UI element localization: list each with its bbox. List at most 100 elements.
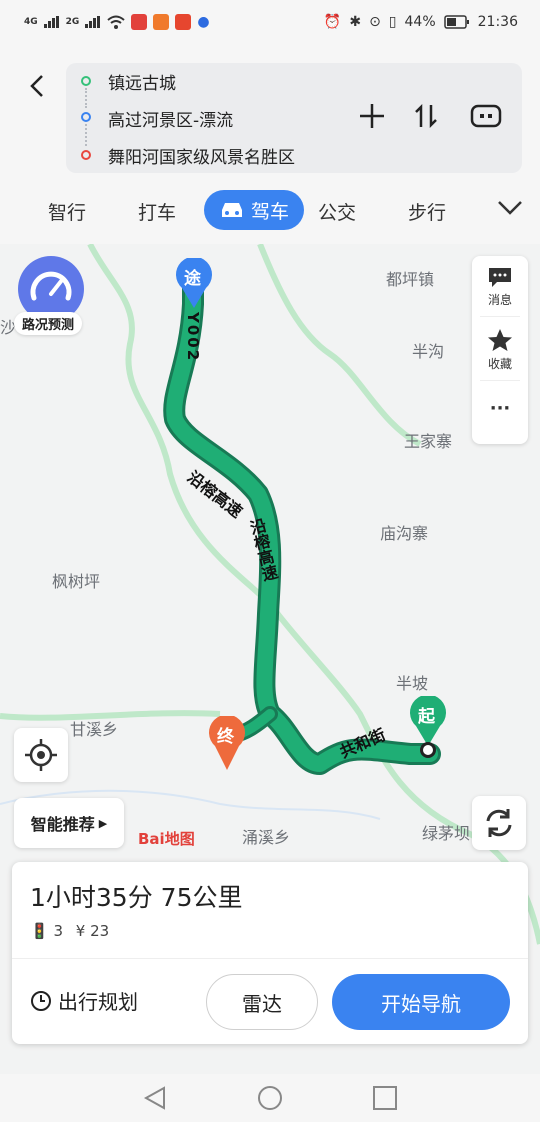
trip-plan-label: 出行规划: [58, 990, 138, 1014]
app-notification-icon-3: [175, 14, 192, 30]
end-marker-label: 终: [217, 727, 234, 747]
tab-taxi[interactable]: 打车: [138, 192, 176, 234]
battery-percent: 44%: [404, 14, 436, 30]
signal-icon-2: [85, 16, 101, 28]
system-nav-bar: [0, 1074, 540, 1122]
place-label: 涌溪乡: [242, 828, 291, 847]
logo-text: Bai地图: [138, 830, 195, 848]
divider: [480, 380, 520, 381]
place-label: 枫树坪: [52, 572, 101, 591]
signal-2-label: 2G: [65, 17, 80, 27]
traffic-light-count: 3: [53, 922, 64, 940]
signal-1-label: 4G: [24, 17, 38, 27]
route-header: 镇远古城 高过河景区-漂流 舞阳河国家级风景名胜区 智行 打车 驾车 公交 步行: [0, 48, 540, 244]
radar-button[interactable]: 雷达: [206, 974, 318, 1030]
start-navigation-button[interactable]: 开始导航: [332, 974, 510, 1030]
location-icon: ⊙: [369, 14, 381, 30]
battery-icon: [443, 15, 469, 29]
chevron-down-icon: [498, 201, 522, 215]
refresh-route-button[interactable]: [472, 796, 526, 850]
favorites-label: 收藏: [487, 357, 512, 371]
signal-icon: [43, 16, 59, 28]
place-label: 绿茅坝: [422, 824, 471, 843]
place-label: 半坡: [396, 674, 429, 693]
route-extras: 🚦 3 ¥ 23: [30, 922, 109, 940]
chevron-left-icon: [30, 75, 43, 97]
add-waypoint-button[interactable]: [352, 101, 392, 139]
trip-plan-button[interactable]: 出行规划: [30, 986, 138, 1015]
road-label-y002: Y002: [184, 312, 202, 363]
nav-recents-icon[interactable]: [370, 1084, 400, 1112]
place-label: 半沟: [412, 342, 445, 361]
waypoint-marker-label: 途: [184, 269, 201, 289]
traffic-predict-label[interactable]: 路况预测: [14, 312, 83, 335]
vibrate-icon: ▯: [388, 14, 397, 30]
caret-right-icon: ▶: [98, 816, 108, 830]
status-left: 4G 2G ●: [24, 14, 210, 30]
waypoint-dot-icon: [81, 112, 91, 122]
origin-field[interactable]: 镇远古城: [108, 69, 176, 94]
map-side-panel: 消息 收藏 ···: [472, 256, 528, 444]
smart-recommend-button[interactable]: 智能推荐 ▶: [14, 798, 124, 848]
baidu-map-logo: Bai地图: [138, 828, 195, 849]
car-plate-icon: [470, 104, 502, 128]
messages-label: 消息: [487, 293, 512, 307]
duration-distance: 1小时35分 75公里: [30, 883, 243, 912]
route-line: [163, 263, 441, 775]
route-line-inner: [166, 266, 438, 772]
toll-fee: ¥ 23: [75, 922, 110, 940]
more-tabs-button[interactable]: [496, 198, 524, 222]
place-label: 甘溪乡: [70, 720, 119, 739]
refresh-icon: [486, 809, 512, 837]
end-marker[interactable]: 终: [207, 714, 247, 776]
bluetooth-icon: ✱: [349, 14, 362, 30]
place-label: 王家寨: [404, 432, 453, 451]
route-summary-card: 1小时35分 75公里 🚦 3 ¥ 23 出行规划 雷达 开始导航: [12, 862, 528, 1044]
waypoint-field[interactable]: 高过河景区-漂流: [108, 106, 233, 131]
tab-walk[interactable]: 步行: [408, 192, 446, 234]
status-right: ⏰ ✱ ⊙ ▯ 44% 21:36: [324, 14, 518, 30]
route-input-box: 镇远古城 高过河景区-漂流 舞阳河国家级风景名胜区: [66, 63, 522, 173]
app-notification-icon-2: [153, 14, 170, 30]
place-label: 庙沟寨: [380, 524, 429, 543]
more-button[interactable]: ···: [472, 398, 528, 419]
back-button[interactable]: [24, 72, 52, 100]
start-marker-label: 起: [418, 707, 435, 727]
tab-smart[interactable]: 智行: [48, 192, 86, 234]
clock: 21:36: [477, 14, 518, 30]
smart-recommend-label: 智能推荐: [30, 815, 95, 834]
waypoint-marker[interactable]: 途: [174, 256, 214, 314]
tab-transit[interactable]: 公交: [318, 192, 356, 234]
nav-back-icon[interactable]: [140, 1084, 170, 1112]
destination-field[interactable]: 舞阳河国家级风景名胜区: [108, 143, 295, 168]
app-notification-icon: [131, 14, 148, 30]
start-point-dot: [420, 742, 436, 758]
place-label: 都坪镇: [386, 270, 435, 289]
plus-icon: [360, 104, 384, 128]
tab-drive[interactable]: 驾车: [204, 190, 304, 230]
divider: [480, 316, 520, 317]
connector-dots-2: [85, 124, 89, 146]
alarm-icon: ⏰: [323, 14, 342, 30]
connector-dots: [85, 88, 89, 108]
locate-button[interactable]: [14, 728, 68, 782]
baidu-paw-icon: ●: [197, 14, 210, 30]
divider: [12, 958, 528, 959]
swap-icon: [415, 103, 437, 129]
car-icon: [221, 203, 242, 217]
traffic-light-icon: 🚦: [30, 922, 49, 940]
star-icon: [488, 329, 512, 351]
status-bar: 4G 2G ● ⏰ ✱ ⊙ ▯ 44% 21:36: [0, 0, 540, 48]
messages-button[interactable]: 消息: [472, 266, 528, 308]
swap-route-button[interactable]: [406, 101, 446, 139]
clock-icon: [31, 990, 51, 1011]
message-icon: [489, 268, 511, 287]
tab-drive-label: 驾车: [250, 200, 289, 223]
destination-dot-icon: [81, 150, 91, 160]
origin-dot-icon: [81, 76, 91, 86]
wifi-icon: [107, 15, 125, 29]
favorites-button[interactable]: 收藏: [472, 328, 528, 372]
locate-icon: [25, 739, 57, 771]
nav-home-icon[interactable]: [255, 1084, 285, 1112]
car-plate-button[interactable]: [466, 101, 506, 139]
